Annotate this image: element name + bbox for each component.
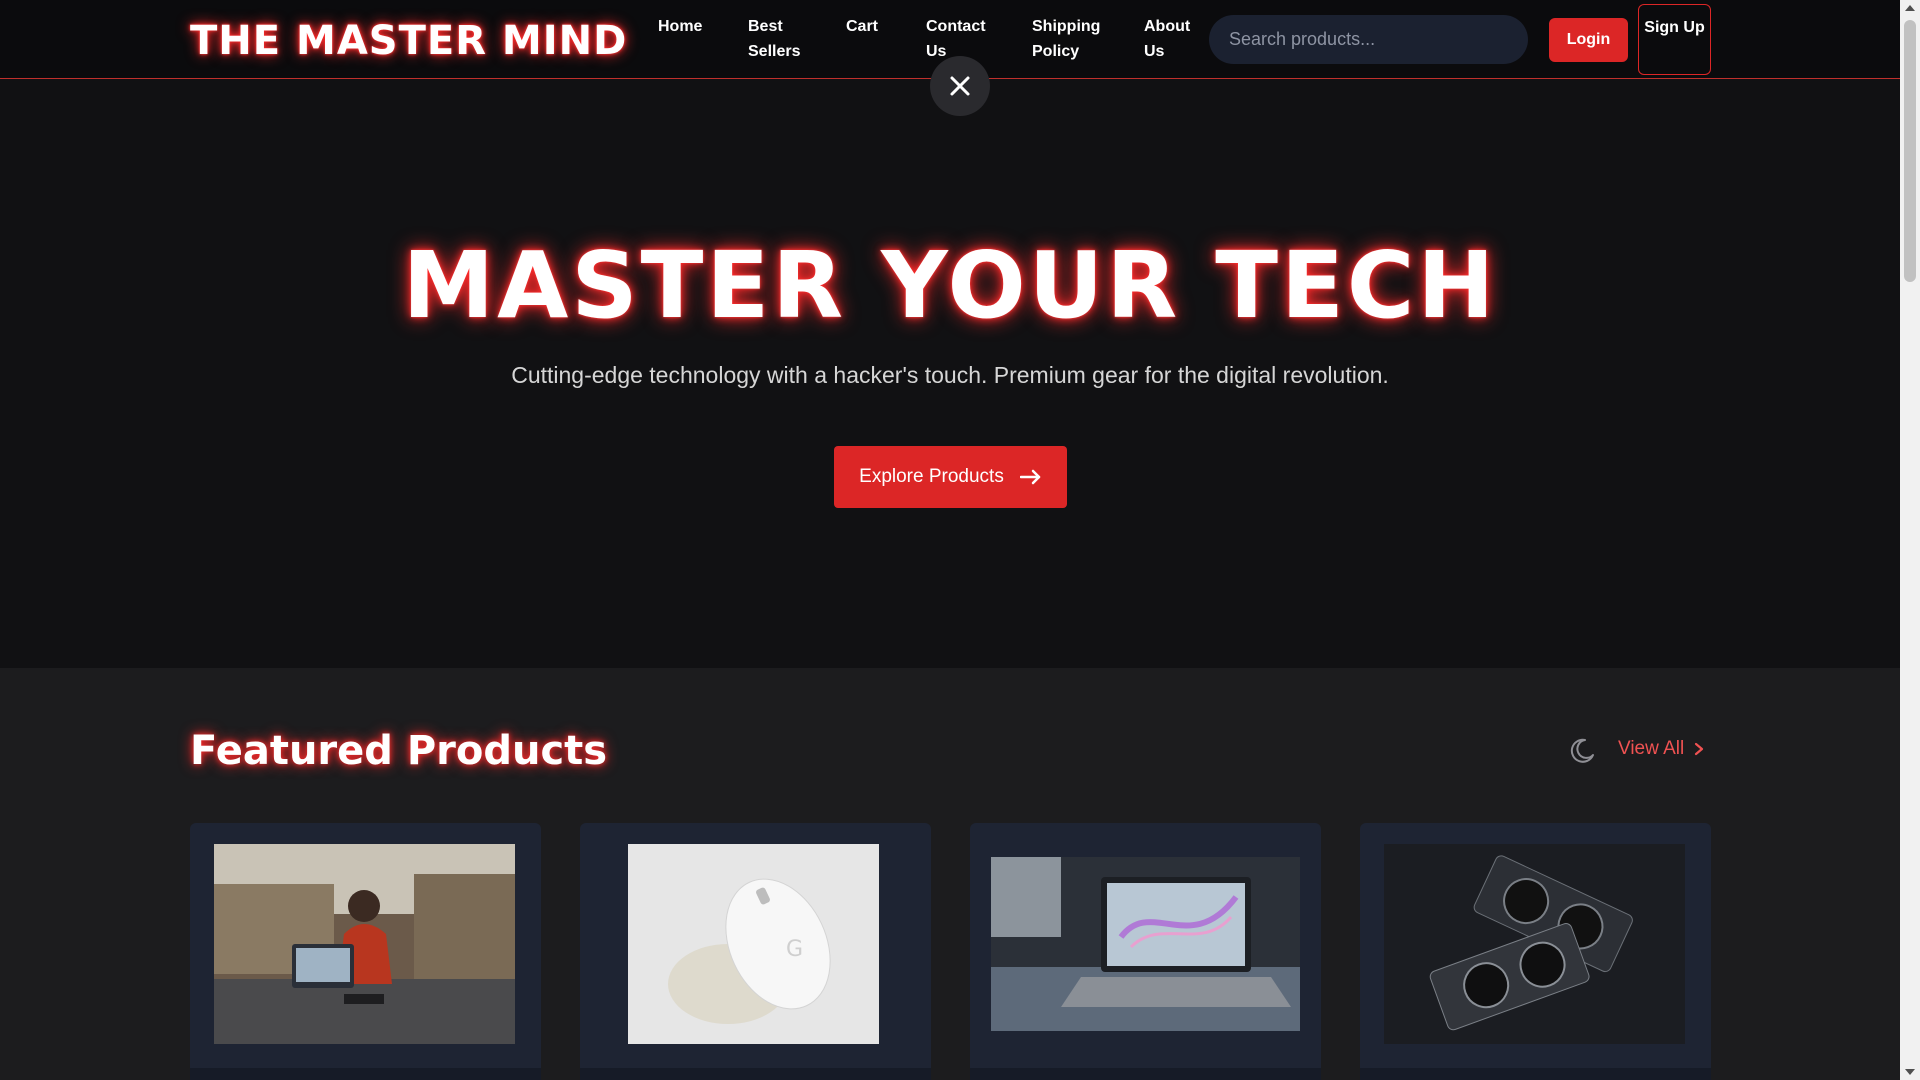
nav-home[interactable]: Home [658,14,738,39]
product-card[interactable] [190,823,541,1080]
signup-button[interactable]: Sign Up [1638,4,1711,75]
view-all-label: View All [1618,738,1685,759]
product-image: G [628,844,879,1044]
product-card[interactable] [1360,823,1711,1080]
vertical-scrollbar[interactable] [1900,0,1920,1080]
nav-about-us[interactable]: About Us [1144,14,1194,64]
nav-shipping-policy[interactable]: Shipping Policy [1032,14,1104,64]
nav-best-sellers[interactable]: Best Sellers [748,14,808,64]
login-button[interactable]: Login [1549,18,1628,62]
explore-products-button[interactable]: Explore Products [834,446,1067,508]
search-input[interactable] [1209,15,1528,64]
close-icon [950,76,970,96]
product-card[interactable] [970,823,1321,1080]
close-menu-button[interactable] [930,56,990,116]
scrollbar-thumb[interactable] [1904,20,1916,282]
page: THE MASTER MIND Home Best Sellers Cart C… [0,0,1900,1080]
featured-title: Featured Products [190,728,608,774]
hero-subtitle: Cutting-edge technology with a hacker's … [511,362,1389,388]
nav-cart[interactable]: Cart [846,14,926,39]
product-image [991,857,1300,1031]
product-card[interactable]: G [580,823,931,1080]
scroll-down-icon[interactable] [1900,1063,1920,1080]
product-image [1384,844,1685,1044]
chevron-right-icon [1695,742,1704,756]
moon-icon[interactable] [1568,737,1596,765]
explore-products-label: Explore Products [859,466,1004,487]
svg-text:G: G [786,937,803,962]
product-image [214,844,515,1044]
site-logo[interactable]: THE MASTER MIND [190,18,627,64]
scroll-up-icon[interactable] [1900,0,1920,17]
featured-section: Featured Products View All G [0,668,1900,1080]
view-all-link[interactable]: View All [1618,738,1704,760]
arrow-right-icon [1019,469,1041,485]
hero-section: MASTER YOUR TECH Cutting-edge technology… [0,80,1900,668]
hero-title: MASTER YOUR TECH [402,232,1498,339]
